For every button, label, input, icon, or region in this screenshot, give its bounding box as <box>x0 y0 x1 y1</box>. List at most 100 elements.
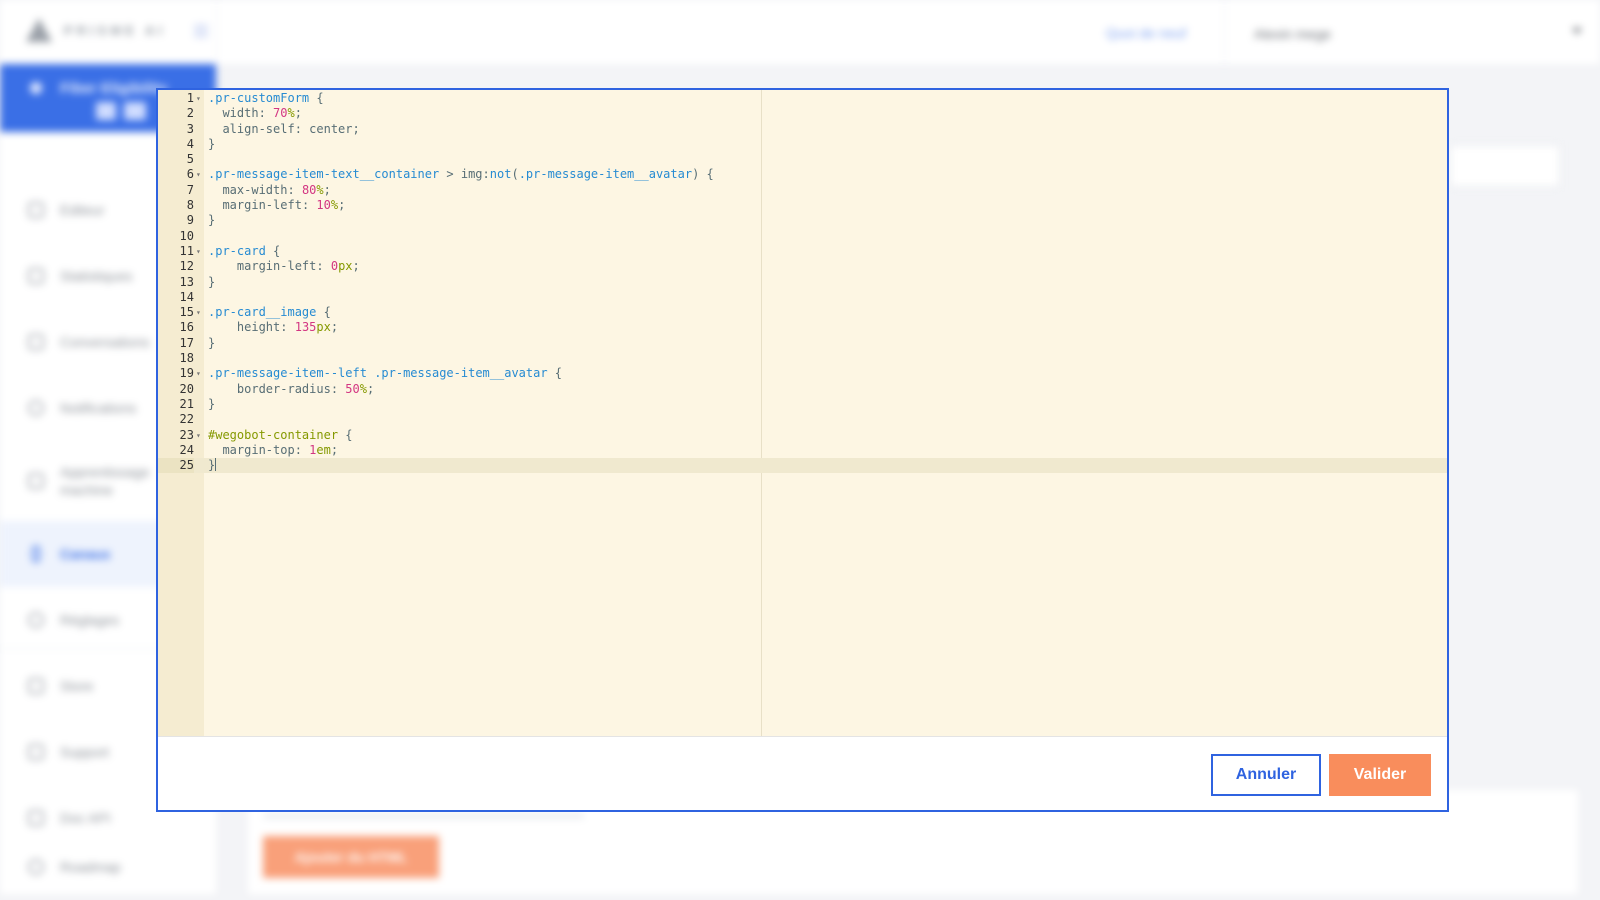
line-number: 5 <box>186 152 194 167</box>
code-line[interactable]: 13} <box>158 275 1447 290</box>
line-number: 7 <box>186 182 194 197</box>
code-content[interactable]: 1 ▾ .pr-customForm {2 width: 70%; 3 align-s… <box>158 91 1447 474</box>
fold-toggle-icon[interactable]: ▾ <box>196 428 204 443</box>
code-line[interactable]: 10 <box>158 229 1447 244</box>
code-line[interactable]: 20 border-radius: 50%; <box>158 382 1447 397</box>
line-number: 20 <box>179 381 194 396</box>
code-line[interactable]: 22 <box>158 412 1447 427</box>
project-icon <box>30 82 42 94</box>
topbar-divider <box>216 0 217 64</box>
line-number: 9 <box>186 213 194 228</box>
code-line[interactable]: 17} <box>158 336 1447 351</box>
project-name: Fiber Eligibility <box>60 80 168 97</box>
code-line[interactable]: 14 <box>158 290 1447 305</box>
line-text: } <box>208 213 216 228</box>
code-line[interactable]: 21} <box>158 397 1447 412</box>
project-keyboard-icon[interactable] <box>124 102 146 120</box>
code-line[interactable]: 8 margin-left: 10%; <box>158 198 1447 213</box>
code-line[interactable]: 25} <box>158 458 1447 474</box>
code-line[interactable]: 18 <box>158 351 1447 366</box>
content-card <box>1450 145 1560 187</box>
line-number: 1 <box>186 91 194 105</box>
line-number: 15 <box>179 305 194 320</box>
sidebar-item-label: Store <box>60 678 94 694</box>
line-number: 19 <box>179 366 194 381</box>
line-number: 6 <box>186 167 194 182</box>
hamburger-menu-icon[interactable] <box>194 25 208 37</box>
chat-icon <box>28 334 44 350</box>
line-text: .pr-card { <box>208 243 281 258</box>
chart-icon <box>28 268 44 284</box>
fold-toggle-icon[interactable]: ▾ <box>196 91 204 106</box>
user-menu-name[interactable]: Alexin mege <box>1254 26 1331 42</box>
roadmap-icon <box>28 859 44 875</box>
line-number: 25 <box>158 458 194 474</box>
fold-toggle-icon[interactable]: ▾ <box>196 244 204 259</box>
content-divider <box>264 814 584 818</box>
code-editor[interactable]: 1 ▾ .pr-customForm {2 width: 70%; 3 align-s… <box>158 90 1447 736</box>
add-html-button[interactable]: Ajouter du HTML <box>263 836 439 878</box>
code-line[interactable]: 1 ▾ .pr-customForm { <box>158 91 1447 106</box>
sidebar-item-label: Notifications <box>60 400 137 416</box>
code-line[interactable]: 15 ▾ .pr-card__image { <box>158 305 1447 320</box>
sidebar-item-label: Roadmap <box>60 859 121 875</box>
logo: PRISME AI <box>26 18 166 42</box>
line-number: 10 <box>179 228 194 243</box>
line-number: 2 <box>186 106 194 121</box>
line-text: .pr-message-item--left .pr-message-item_… <box>208 366 563 381</box>
code-line[interactable]: 7 max-width: 80%; <box>158 183 1447 198</box>
line-number: 13 <box>179 274 194 289</box>
line-text: height: 135px; <box>236 320 339 335</box>
line-text: .pr-message-item-text__container > img:n… <box>208 167 714 182</box>
code-line[interactable]: 3 align-self: center; <box>158 122 1447 137</box>
line-number: 23 <box>179 427 194 442</box>
code-line[interactable]: 11 ▾ .pr-card { <box>158 244 1447 259</box>
line-text: align-self: center; <box>222 121 360 136</box>
sidebar-item-label: Doc API <box>60 810 111 826</box>
code-line[interactable]: 23 ▾ #wegobot-container { <box>158 428 1447 443</box>
monitor-icon <box>28 473 44 489</box>
cancel-button[interactable]: Annuler <box>1211 754 1321 796</box>
sidebar-item-label: Conversations <box>60 334 150 350</box>
line-number: 3 <box>186 121 194 136</box>
code-line[interactable]: 6 ▾ .pr-message-item-text__container > img… <box>158 167 1447 182</box>
line-text: } <box>208 136 216 151</box>
chevron-down-icon[interactable] <box>1572 28 1582 34</box>
line-text: } <box>208 458 217 473</box>
sidebar-item-label: Support <box>60 744 110 760</box>
line-number: 8 <box>186 198 194 213</box>
gear-icon <box>28 612 44 628</box>
line-text: max-width: 80%; <box>222 182 331 197</box>
line-text: #wegobot-container { <box>208 427 353 442</box>
css-editor-modal: 1 ▾ .pr-customForm {2 width: 70%; 3 align-s… <box>156 88 1449 812</box>
support-icon <box>28 744 44 760</box>
fold-toggle-icon[interactable]: ▾ <box>196 167 204 182</box>
sidebar-item-roadmap[interactable]: Roadmap <box>0 834 216 900</box>
code-line[interactable]: 9} <box>158 213 1447 228</box>
code-line[interactable]: 16 height: 135px; <box>158 320 1447 335</box>
user-divider <box>1224 0 1225 64</box>
modal-footer: Annuler Valider <box>158 736 1447 810</box>
fold-toggle-icon[interactable]: ▾ <box>196 305 204 320</box>
line-text: margin-left: 0px; <box>236 259 360 274</box>
line-text: } <box>208 396 216 411</box>
bell-icon <box>28 400 44 416</box>
line-number: 14 <box>179 289 194 304</box>
line-number: 4 <box>186 136 194 151</box>
code-line[interactable]: 24 margin-top: 1em; <box>158 443 1447 458</box>
line-number: 16 <box>179 320 194 335</box>
validate-button[interactable]: Valider <box>1329 754 1431 796</box>
code-line[interactable]: 5 <box>158 152 1447 167</box>
line-number: 17 <box>179 335 194 350</box>
code-line[interactable]: 12 margin-left: 0px; <box>158 259 1447 274</box>
code-line[interactable]: 2 width: 70%; <box>158 106 1447 121</box>
project-add-icon[interactable] <box>96 102 116 120</box>
line-text: margin-top: 1em; <box>222 442 339 457</box>
fold-toggle-icon[interactable]: ▾ <box>196 366 204 381</box>
logo-icon <box>26 18 52 42</box>
store-icon <box>28 678 44 694</box>
code-line[interactable]: 19 ▾ .pr-message-item--left .pr-message-it… <box>158 366 1447 381</box>
whats-new-link[interactable]: Quoi de neuf <box>1106 25 1186 41</box>
line-number: 21 <box>179 396 194 411</box>
code-line[interactable]: 4} <box>158 137 1447 152</box>
